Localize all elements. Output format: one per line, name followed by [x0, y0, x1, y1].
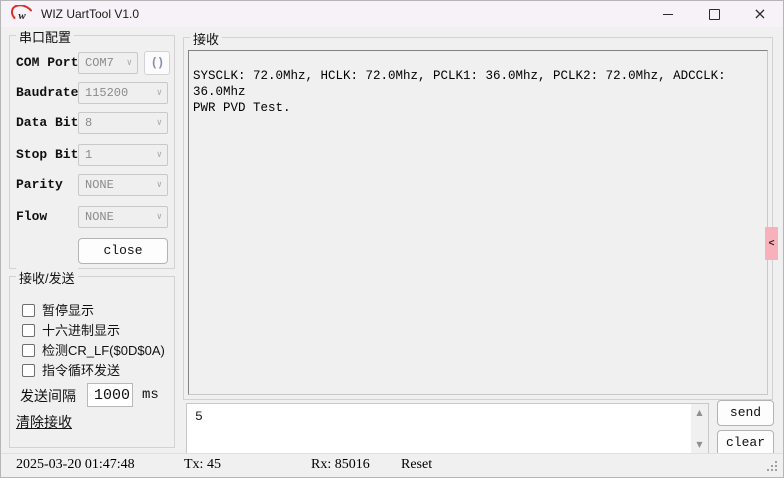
checkbox-icon: [22, 364, 35, 377]
checkbox-icon: [22, 324, 35, 337]
chevron-down-icon: ∨: [157, 145, 162, 165]
window-title: WIZ UartTool V1.0: [41, 7, 139, 21]
baudrate-label: Baudrate: [16, 85, 78, 100]
send-input-wrap: 5 ▲ ▼: [186, 403, 709, 455]
scroll-up-icon: ▲: [691, 408, 708, 417]
chevron-down-icon: ∨: [157, 83, 162, 103]
status-reset[interactable]: Reset: [401, 454, 432, 476]
rx-tx-group-label: 接收/发送: [16, 268, 78, 287]
maximize-button[interactable]: [691, 1, 737, 27]
minimize-button[interactable]: [645, 1, 691, 27]
send-button[interactable]: send: [717, 400, 774, 426]
close-window-button[interactable]: ×: [737, 1, 783, 27]
send-input-scrollbar[interactable]: ▲ ▼: [691, 404, 708, 453]
flow-label: Flow: [16, 209, 47, 224]
scroll-down-icon: ▼: [691, 440, 708, 449]
status-bar: 2025-03-20 01:47:48 Tx: 45 Rx: 85016 Res…: [1, 453, 783, 477]
receive-group-label: 接收: [190, 29, 222, 48]
chevron-down-icon: ∨: [127, 53, 132, 73]
minimize-icon: [663, 14, 673, 15]
wiz-logo-icon: w: [11, 5, 35, 23]
chevron-down-icon: ∨: [157, 207, 162, 227]
refresh-ports-button[interactable]: (): [144, 51, 170, 75]
app-window: w WIZ UartTool V1.0 × 串口配置 COM Port COM7…: [0, 0, 784, 478]
rx-tx-options-group: 接收/发送 暂停显示 十六进制显示 检测CR_LF($0D$0A) 指令循环发送…: [9, 276, 175, 448]
flow-select[interactable]: NONE ∨: [78, 206, 168, 228]
receive-group: 接收 SYSCLK: 72.0Mhz, HCLK: 72.0Mhz, PCLK1…: [183, 37, 773, 400]
close-port-button[interactable]: close: [78, 238, 168, 264]
clear-receive-link[interactable]: 清除接收: [16, 412, 72, 432]
send-interval-label: 发送间隔: [20, 386, 76, 406]
chevron-down-icon: ∨: [157, 175, 162, 195]
data-bit-value: 8: [85, 116, 92, 130]
parity-value: NONE: [85, 178, 114, 192]
chevron-left-icon: <: [769, 238, 775, 249]
close-icon: ×: [753, 6, 766, 22]
resize-grip[interactable]: [767, 461, 769, 463]
side-panel-collapse-tab[interactable]: <: [765, 227, 778, 260]
hex-display-checkbox[interactable]: 十六进制显示: [22, 324, 120, 338]
com-port-label: COM Port: [16, 55, 78, 70]
send-interval-input[interactable]: [87, 383, 133, 407]
detect-crlf-label: 检测CR_LF($0D$0A): [42, 344, 165, 358]
parity-select[interactable]: NONE ∨: [78, 174, 168, 196]
refresh-icon: (): [151, 56, 163, 70]
hex-display-label: 十六进制显示: [42, 324, 120, 338]
status-tx-count: Tx: 45: [184, 454, 221, 476]
title-bar: w WIZ UartTool V1.0 ×: [1, 1, 783, 27]
serial-config-group: 串口配置 COM Port COM7 ∨ () Baudrate 115200 …: [9, 35, 175, 269]
pause-display-label: 暂停显示: [42, 304, 94, 318]
receive-text: SYSCLK: 72.0Mhz, HCLK: 72.0Mhz, PCLK1: 3…: [189, 51, 767, 116]
status-timestamp: 2025-03-20 01:47:48: [16, 454, 135, 476]
checkbox-icon: [22, 304, 35, 317]
detect-crlf-checkbox[interactable]: 检测CR_LF($0D$0A): [22, 344, 165, 358]
parity-label: Parity: [16, 177, 63, 192]
stop-bit-label: Stop Bit: [16, 147, 78, 162]
send-input[interactable]: 5: [187, 404, 691, 453]
pause-display-checkbox[interactable]: 暂停显示: [22, 304, 94, 318]
com-port-select[interactable]: COM7 ∨: [78, 52, 138, 74]
maximize-icon: [709, 9, 720, 20]
baudrate-value: 115200: [85, 86, 128, 100]
com-port-value: COM7: [85, 56, 114, 70]
stop-bit-select[interactable]: 1 ∨: [78, 144, 168, 166]
data-bit-label: Data Bit: [16, 115, 78, 130]
chevron-down-icon: ∨: [157, 113, 162, 133]
checkbox-icon: [22, 344, 35, 357]
loop-send-label: 指令循环发送: [42, 364, 120, 378]
status-rx-count: Rx: 85016: [311, 454, 370, 476]
data-bit-select[interactable]: 8 ∨: [78, 112, 168, 134]
receive-textbox[interactable]: SYSCLK: 72.0Mhz, HCLK: 72.0Mhz, PCLK1: 3…: [188, 50, 768, 395]
loop-send-checkbox[interactable]: 指令循环发送: [22, 364, 120, 378]
svg-text:w: w: [18, 10, 26, 22]
baudrate-select[interactable]: 115200 ∨: [78, 82, 168, 104]
stop-bit-value: 1: [85, 148, 92, 162]
send-interval-unit: ms: [142, 387, 159, 403]
flow-value: NONE: [85, 210, 114, 224]
serial-config-group-label: 串口配置: [16, 27, 74, 46]
